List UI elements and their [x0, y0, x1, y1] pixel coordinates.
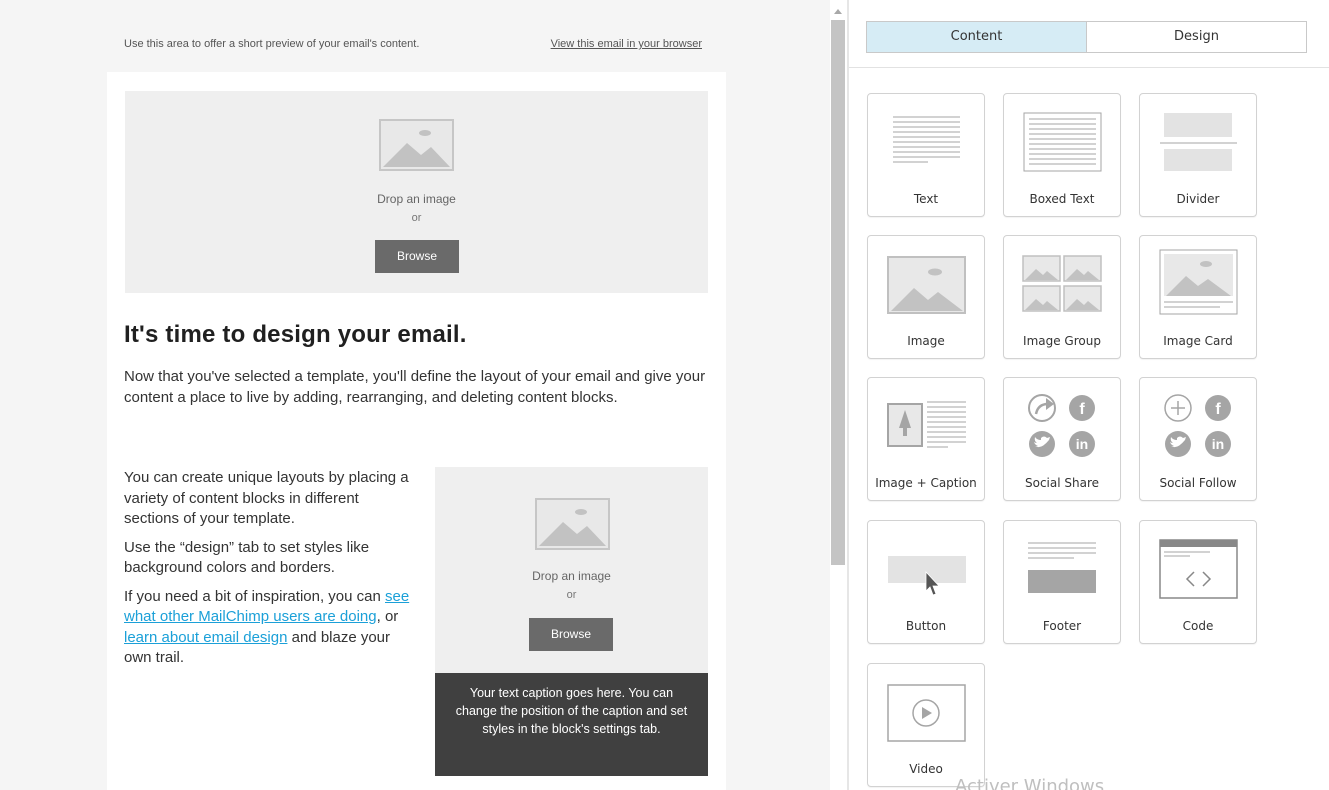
svg-text:f: f [1079, 401, 1085, 418]
email-editor-canvas: Use this area to offer a short preview o… [0, 0, 830, 790]
block-label: Button [905, 619, 947, 633]
drop-image-label: Drop an image [532, 569, 611, 583]
code-block-icon [1159, 539, 1238, 599]
tab-design[interactable]: Design [1087, 22, 1306, 52]
image-caption-block-icon [887, 401, 966, 448]
block-text[interactable]: Text [867, 93, 985, 217]
block-label: Boxed Text [1029, 192, 1095, 206]
email-body: Drop an image or Browse It's time to des… [107, 72, 726, 790]
blocks-panel: Content Design Text Boxed Text Divider I… [849, 0, 1329, 790]
intro-paragraph[interactable]: Now that you've selected a template, you… [124, 366, 724, 408]
column-paragraph-3: If you need a bit of inspiration, you ca… [124, 587, 414, 669]
svg-text:in: in [1212, 436, 1224, 452]
windows-activation-watermark: Activer Windows [955, 776, 1105, 790]
block-boxed-text[interactable]: Boxed Text [1003, 93, 1121, 217]
block-image-caption[interactable]: Image + Caption [867, 377, 985, 501]
column-paragraph-1: You can create unique layouts by placing… [124, 469, 409, 527]
block-label: Image + Caption [875, 476, 977, 490]
svg-text:in: in [1076, 436, 1088, 452]
image-placeholder-icon [535, 498, 610, 550]
block-image-group[interactable]: Image Group [1003, 235, 1121, 359]
block-label: Image Group [1023, 334, 1101, 348]
left-column-text[interactable]: You can create unique layouts by placing… [124, 468, 414, 677]
headline[interactable]: It's time to design your email. [124, 321, 467, 349]
block-footer[interactable]: Footer [1003, 520, 1121, 644]
image-group-block-icon [1022, 255, 1102, 312]
block-label: Footer [1042, 619, 1082, 633]
boxed-text-block-icon [1023, 112, 1102, 172]
hero-image-block[interactable]: Drop an image or Browse [125, 91, 708, 293]
image-caption[interactable]: Your text caption goes here. You can cha… [435, 673, 708, 776]
panel-divider [849, 67, 1329, 68]
block-label: Text [913, 192, 939, 206]
image-block-icon [887, 256, 966, 314]
browse-button[interactable]: Browse [375, 240, 459, 273]
email-design-link[interactable]: learn about email design [124, 629, 287, 646]
social-follow-block-icon: f in [1164, 394, 1231, 457]
image-placeholder-icon [379, 119, 454, 171]
tab-content[interactable]: Content [867, 22, 1087, 52]
text-block-icon [893, 116, 960, 163]
block-video[interactable]: Video [867, 663, 985, 787]
block-image-card[interactable]: Image Card [1139, 235, 1257, 359]
block-divider[interactable]: Divider [1139, 93, 1257, 217]
footer-block-icon [1028, 542, 1096, 593]
block-label: Image Card [1163, 334, 1233, 348]
social-share-block-icon: f in [1028, 394, 1095, 457]
browse-button[interactable]: Browse [529, 618, 613, 651]
scroll-up-arrow-icon[interactable] [834, 9, 842, 14]
block-label: Image [907, 334, 945, 348]
paragraph-text: If you need a bit of inspiration, you ca… [124, 587, 385, 605]
editor-scrollbar[interactable] [830, 0, 847, 790]
block-label: Social Follow [1159, 476, 1237, 490]
block-label: Divider [1176, 192, 1220, 206]
caption-image-block[interactable]: Drop an image or Browse [435, 467, 708, 673]
block-button[interactable]: Button [867, 520, 985, 644]
panel-tabs: Content Design [866, 21, 1307, 53]
or-label: or [411, 212, 422, 224]
app-root: Use this area to offer a short preview o… [0, 0, 1329, 790]
block-label: Code [1182, 619, 1214, 633]
preheader-text[interactable]: Use this area to offer a short preview o… [124, 38, 419, 50]
block-code[interactable]: Code [1139, 520, 1257, 644]
divider-block-icon [1160, 113, 1237, 171]
image-card-block-icon [1159, 249, 1238, 315]
video-block-icon [887, 684, 966, 742]
view-in-browser-link[interactable]: View this email in your browser [551, 38, 702, 50]
block-image[interactable]: Image [867, 235, 985, 359]
or-label: or [566, 589, 577, 601]
button-block-icon [888, 556, 966, 596]
block-label: Video [909, 762, 943, 776]
paragraph-text: , or [376, 608, 399, 625]
scroll-thumb[interactable] [831, 20, 845, 565]
block-label: Social Share [1024, 476, 1100, 490]
svg-text:f: f [1215, 401, 1221, 418]
block-social-share[interactable]: f in Social Share [1003, 377, 1121, 501]
block-social-follow[interactable]: f in Social Follow [1139, 377, 1257, 501]
drop-image-label: Drop an image [377, 192, 456, 206]
column-paragraph-2: Use the “design” tab to set styles like … [124, 538, 370, 577]
